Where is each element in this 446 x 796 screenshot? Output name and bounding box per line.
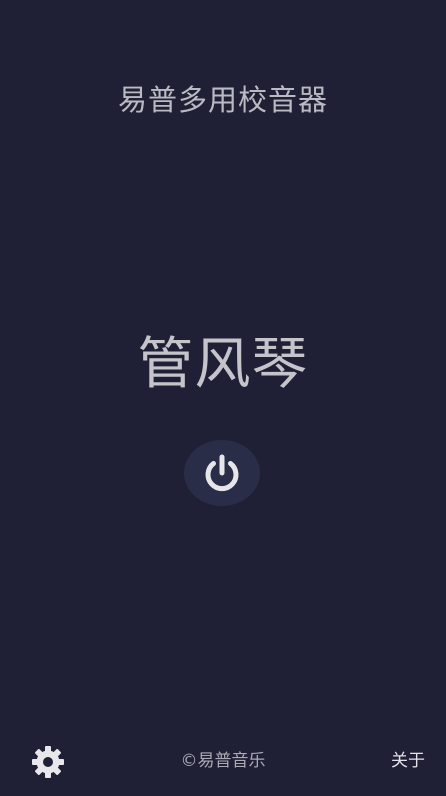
copyright-symbol: © — [180, 751, 198, 771]
tuner-app-screen: 易普多用校音器 管风琴 ©易普音乐 关于 — [0, 0, 446, 796]
app-title: 易普多用校音器 — [117, 83, 328, 117]
about-link[interactable]: 关于 — [391, 748, 425, 774]
copyright-text: ©易普音乐 — [0, 748, 446, 774]
instrument-name[interactable]: 管风琴 — [0, 330, 446, 400]
brand-name: 易普音乐 — [197, 751, 266, 771]
power-icon — [205, 454, 239, 492]
power-button[interactable] — [184, 440, 260, 506]
